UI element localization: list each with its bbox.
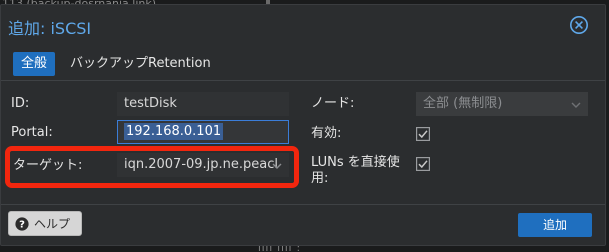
help-button[interactable]: ? ヘルプ <box>8 211 82 236</box>
add-iscsi-dialog: 追加: iSCSI 全般 バックアップRetention ID: testDis… <box>0 4 606 246</box>
close-icon[interactable] <box>569 15 589 35</box>
enabled-label: 有効: <box>311 126 342 141</box>
question-circle-icon: ? <box>15 216 29 231</box>
footer-divider <box>1 204 605 205</box>
node-value: 全部 (無制限) <box>423 96 503 111</box>
svg-text:?: ? <box>19 219 25 230</box>
luns-direct-label: LUNs を直接使 用: <box>311 155 400 187</box>
portal-label: Portal: <box>11 125 53 140</box>
id-field[interactable]: testDisk <box>117 92 289 116</box>
chevron-down-icon <box>571 102 581 108</box>
target-select[interactable]: iqn.2007-09.jp.ne.peacl <box>117 153 289 177</box>
node-select[interactable]: 全部 (無制限) <box>416 92 588 116</box>
portal-field[interactable]: 192.168.0.101 <box>117 120 289 144</box>
portal-value: 192.168.0.101 <box>124 123 224 140</box>
luns-direct-checkbox[interactable] <box>416 157 430 171</box>
add-button[interactable]: 追加 <box>518 213 592 237</box>
chevron-down-icon <box>272 163 282 169</box>
id-label: ID: <box>11 96 30 111</box>
enabled-checkbox[interactable] <box>416 127 430 141</box>
dialog-title: 追加: iSCSI <box>8 19 92 38</box>
background-bottom-text: ıııı ıııı : <box>258 246 301 252</box>
tab-bar: 全般 バックアップRetention <box>1 43 605 81</box>
node-label: ノード: <box>311 96 355 111</box>
tab-backup-retention[interactable]: バックアップRetention <box>62 52 219 76</box>
luns-direct-label-line2: 用: <box>311 171 329 186</box>
target-value: iqn.2007-09.jp.ne.peacl <box>124 157 279 172</box>
target-label: ターゲット: <box>13 158 83 173</box>
dialog-titlebar: 追加: iSCSI <box>1 5 605 43</box>
id-value: testDisk <box>124 96 177 111</box>
luns-direct-label-line1: LUNs を直接使 <box>311 155 400 170</box>
help-label: ヘルプ <box>34 217 71 231</box>
tab-general[interactable]: 全般 <box>13 52 56 76</box>
